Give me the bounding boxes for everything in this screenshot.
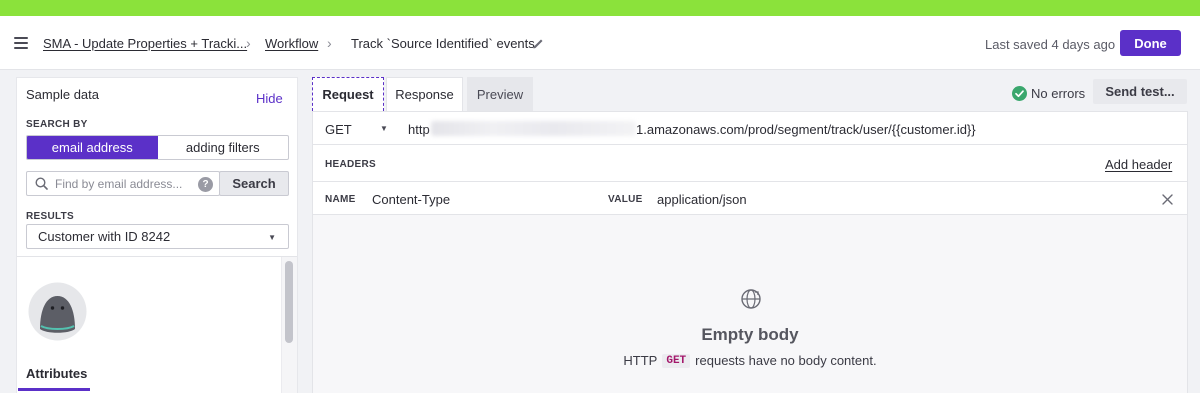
empty-desc-prefix: HTTP (623, 353, 658, 368)
headers-label: HEADERS (325, 159, 376, 170)
results-select-value: Customer with ID 8242 (38, 229, 171, 244)
breadcrumb-current-action: Track `Source Identified` events (351, 36, 535, 51)
results-select[interactable]: Customer with ID 8242 ▼ (26, 224, 289, 249)
validation-status: No errors (1012, 83, 1085, 103)
header-name-input[interactable]: Content-Type (372, 192, 450, 207)
header-value-input[interactable]: application/json (657, 192, 747, 207)
hide-link[interactable]: Hide (256, 91, 283, 106)
check-circle-icon (1012, 85, 1027, 101)
sample-data-title: Sample data (26, 87, 99, 102)
send-test-button[interactable]: Send test... (1093, 79, 1187, 104)
pencil-icon[interactable] (532, 37, 545, 50)
search-mode-toggle: email address adding filters (26, 135, 289, 160)
divider (17, 256, 297, 257)
search-mode-email[interactable]: email address (27, 136, 158, 159)
add-header-link[interactable]: Add header (1105, 157, 1172, 172)
empty-body-description: HTTP GET requests have no body content. (313, 353, 1187, 368)
empty-body-title: Empty body (701, 325, 799, 344)
search-icon (35, 177, 48, 190)
breadcrumb-separator: › (246, 35, 251, 51)
search-input[interactable] (55, 176, 195, 191)
app-header: SMA - Update Properties + Tracki... › Wo… (0, 16, 1200, 70)
headers-section: HEADERS Add header (313, 145, 1187, 182)
sample-data-panel: Sample data Hide SEARCH BY email address… (16, 77, 298, 393)
globe-icon (741, 289, 761, 309)
tab-preview[interactable]: Preview (467, 77, 533, 111)
header-row: NAME Content-Type VALUE application/json (313, 182, 1187, 215)
avatar-icon (28, 282, 87, 341)
help-icon[interactable]: ? (198, 177, 213, 192)
header-value-label: VALUE (608, 194, 643, 205)
search-field: ? (26, 171, 220, 196)
tab-response[interactable]: Response (386, 77, 463, 111)
active-tab-indicator (18, 388, 90, 391)
method-code-badge: GET (662, 353, 691, 368)
search-button[interactable]: Search (219, 171, 289, 196)
search-by-label: SEARCH BY (26, 119, 88, 130)
tab-request[interactable]: Request (312, 77, 384, 111)
validation-status-text: No errors (1031, 85, 1086, 101)
breadcrumb-campaign[interactable]: SMA - Update Properties + Tracki... (43, 36, 247, 51)
url-input[interactable]: 1.amazonaws.com/prod/segment/track/user/… (636, 122, 976, 137)
url-redacted (431, 121, 636, 136)
chevron-down-icon: ▼ (268, 233, 276, 242)
close-icon[interactable] (1162, 194, 1173, 205)
search-mode-filters[interactable]: adding filters (158, 136, 289, 159)
request-card: GET ▼ http 1.amazonaws.com/prod/segment/… (312, 111, 1188, 393)
last-saved-status: Last saved 4 days ago (985, 37, 1116, 52)
url-prefix[interactable]: http (408, 122, 430, 137)
breadcrumb-workflow[interactable]: Workflow (265, 36, 318, 51)
chevron-down-icon: ▼ (380, 124, 388, 133)
empty-desc-suffix: requests have no body content. (695, 353, 877, 368)
body-empty-state: Empty body HTTP GET requests have no body … (313, 215, 1187, 393)
method-select[interactable]: GET (325, 122, 352, 137)
done-button[interactable]: Done (1120, 30, 1181, 56)
top-accent-strip (0, 0, 1200, 16)
header-name-label: NAME (325, 194, 356, 205)
url-row: GET ▼ http 1.amazonaws.com/prod/segment/… (313, 112, 1187, 145)
scrollbar-thumb[interactable] (285, 261, 293, 343)
tab-attributes[interactable]: Attributes (26, 366, 87, 381)
breadcrumb-separator: › (327, 35, 332, 51)
results-label: RESULTS (26, 211, 75, 222)
request-editor: Request Response Preview No errors Send … (312, 77, 1188, 393)
menu-icon[interactable] (14, 37, 28, 49)
